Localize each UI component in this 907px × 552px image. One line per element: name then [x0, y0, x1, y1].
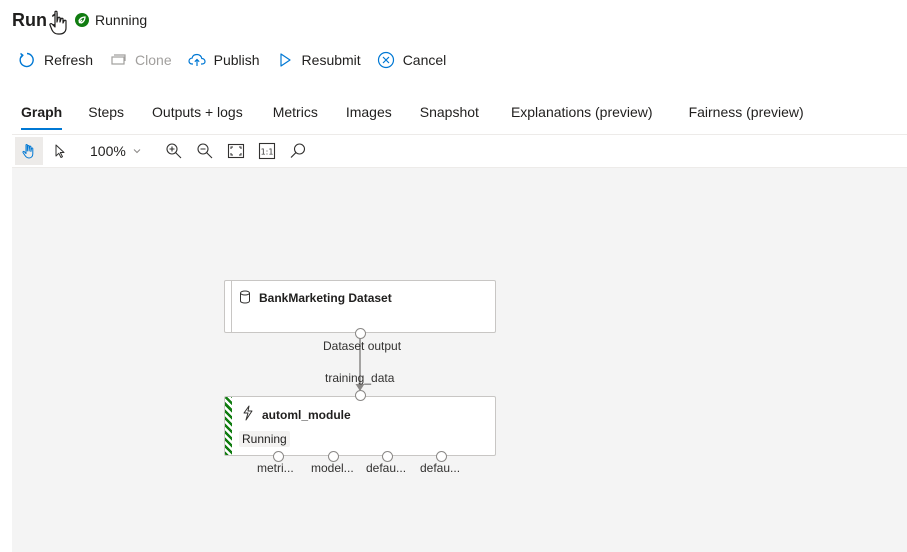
zoom-in-icon	[166, 143, 182, 159]
resubmit-button[interactable]: Resubmit	[276, 48, 361, 72]
zoom-out-button[interactable]	[191, 137, 219, 165]
publish-button[interactable]: Publish	[188, 48, 260, 72]
dataset-node[interactable]: BankMarketing Dataset	[224, 280, 496, 333]
refresh-button[interactable]: Refresh	[18, 48, 93, 72]
search-icon	[290, 143, 306, 158]
cancel-icon	[377, 51, 394, 69]
output-label-default-1: defau...	[366, 461, 407, 475]
refresh-label: Refresh	[44, 52, 94, 68]
fit-screen-icon	[227, 143, 245, 159]
module-status-badge: Running	[239, 431, 290, 447]
hand-cursor-icon	[49, 10, 67, 35]
graph-canvas[interactable]: BankMarketing Dataset Dataset output tra…	[12, 168, 907, 552]
pan-tool-button[interactable]	[15, 137, 43, 165]
node-left-bar	[231, 281, 232, 332]
tab-fairness[interactable]: Fairness (preview)	[680, 100, 813, 130]
hand-icon	[22, 143, 34, 159]
database-icon	[240, 290, 250, 304]
zoom-in-button[interactable]	[160, 137, 188, 165]
connector-edge	[355, 338, 365, 391]
run-status: Running	[75, 12, 147, 28]
clone-label: Clone	[135, 52, 172, 68]
training-data-input-port[interactable]	[355, 390, 366, 401]
run-status-text: Running	[95, 12, 148, 28]
publish-label: Publish	[213, 52, 260, 68]
actual-size-button[interactable]: 1:1	[253, 137, 281, 165]
running-status-icon	[75, 13, 90, 27]
zoom-dropdown[interactable]: 100%	[90, 137, 148, 165]
dataset-output-label: Dataset output	[323, 339, 402, 353]
output-label-metrics: metri...	[257, 461, 294, 475]
fit-to-screen-button[interactable]	[222, 137, 250, 165]
clone-icon	[111, 54, 126, 65]
dataset-node-title: BankMarketing Dataset	[259, 291, 392, 305]
running-progress-stripe	[225, 397, 232, 455]
refresh-icon	[19, 52, 34, 68]
automl-module-title: automl_module	[262, 408, 351, 422]
output-label-default-2: defau...	[420, 461, 461, 475]
search-button[interactable]	[284, 137, 312, 165]
tab-images[interactable]: Images	[337, 100, 401, 130]
play-icon	[279, 53, 291, 67]
title-row: Run 1 Running	[12, 7, 147, 33]
cloud-upload-icon	[188, 53, 206, 66]
tab-steps[interactable]: Steps	[79, 100, 133, 130]
automl-module-node[interactable]: automl_module Running	[224, 396, 496, 456]
svg-text:1:1: 1:1	[261, 147, 274, 156]
tab-snapshot[interactable]: Snapshot	[411, 100, 488, 130]
automl-icon	[243, 405, 253, 421]
cancel-label: Cancel	[402, 52, 447, 68]
page-title: Run	[12, 9, 47, 30]
canvas-toolbar: 100% 1:1	[12, 135, 907, 168]
dataset-output-port[interactable]	[355, 328, 366, 339]
chevron-down-icon	[133, 149, 141, 154]
zoom-level: 100%	[90, 143, 126, 159]
clone-button[interactable]: Clone	[109, 48, 172, 72]
training-data-label: training_data	[325, 371, 395, 385]
tab-outputs-logs[interactable]: Outputs + logs	[143, 100, 252, 130]
cancel-button[interactable]: Cancel	[377, 48, 447, 72]
zoom-out-icon	[197, 143, 213, 159]
actual-size-icon: 1:1	[258, 142, 276, 160]
tab-graph[interactable]: Graph	[12, 100, 71, 130]
tab-bar: Graph Steps Outputs + logs Metrics Image…	[12, 100, 821, 130]
tab-explanations[interactable]: Explanations (preview)	[502, 100, 662, 130]
tab-metrics[interactable]: Metrics	[264, 100, 327, 130]
pointer-icon	[55, 144, 65, 158]
action-toolbar: Refresh Clone Publish Resubmit Cancel	[18, 48, 462, 72]
select-tool-button[interactable]	[46, 137, 74, 165]
resubmit-label: Resubmit	[301, 52, 361, 68]
output-label-model: model...	[311, 461, 354, 475]
